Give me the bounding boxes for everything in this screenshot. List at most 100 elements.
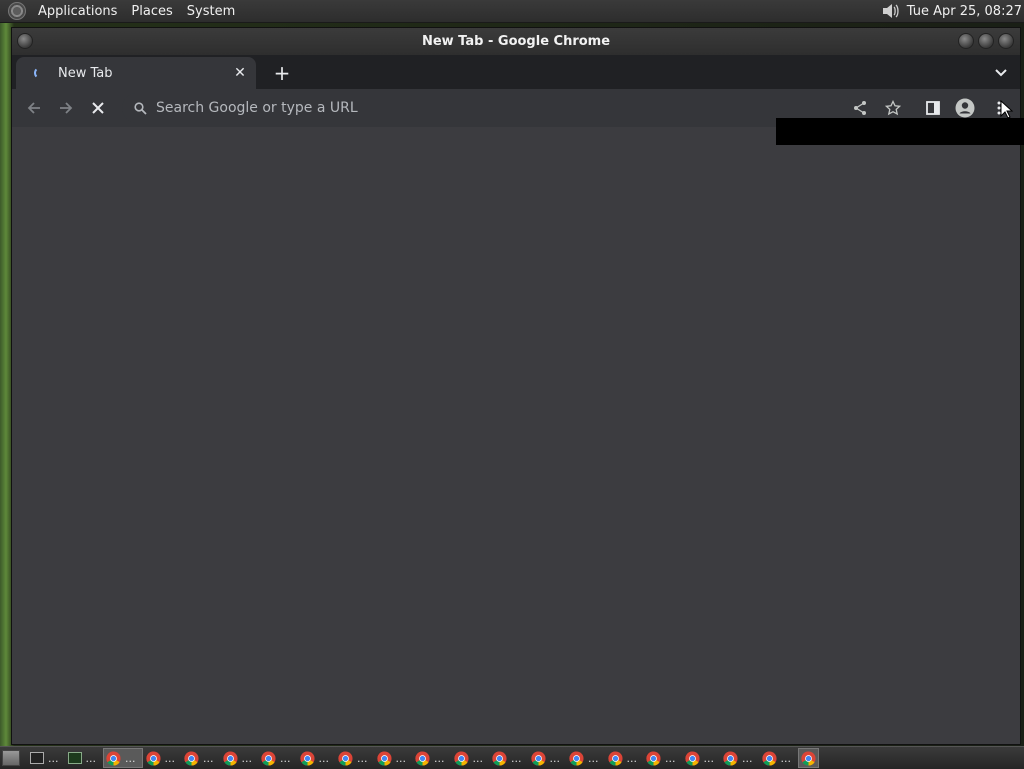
show-desktop-button[interactable] (2, 750, 20, 766)
side-panel-icon (926, 101, 940, 115)
forward-button[interactable] (54, 96, 78, 120)
share-button[interactable] (848, 96, 872, 120)
taskbar-item-chrome[interactable]: ... (375, 748, 413, 768)
chrome-icon (646, 750, 661, 766)
search-icon (132, 100, 148, 116)
taskbar-item-chrome[interactable]: ... (452, 748, 490, 768)
window-close-icon[interactable] (998, 33, 1014, 49)
panel-clock[interactable]: Tue Apr 25, 08:27 (907, 4, 1024, 19)
taskbar-item-terminal[interactable]: ... (28, 748, 65, 768)
applications-menu[interactable]: Applications (32, 4, 125, 19)
address-bar[interactable] (122, 93, 852, 123)
chrome-icon (761, 750, 777, 766)
url-input[interactable] (156, 100, 852, 116)
chrome-icon (569, 750, 584, 766)
page-content[interactable] (12, 127, 1020, 744)
taskbar-item-chrome[interactable]: ... (221, 748, 259, 768)
share-icon (854, 101, 866, 115)
taskbar-item-label: ... (742, 751, 753, 765)
taskbar-item-label: ... (395, 751, 407, 765)
chrome-icon (723, 750, 738, 766)
taskbar-item-chrome[interactable]: ... (606, 748, 644, 768)
maximize-icon[interactable] (978, 33, 994, 49)
tab-strip: New Tab ✕ + (12, 55, 1020, 89)
taskbar-item-chrome[interactable]: ... (182, 748, 220, 768)
taskbar-item-label: ... (48, 751, 59, 765)
chrome-icon (184, 750, 199, 766)
close-icon (92, 102, 104, 114)
window-title: New Tab - Google Chrome (421, 34, 611, 49)
chrome-icon (492, 750, 507, 766)
chrome-icon (530, 750, 546, 766)
chrome-icon (607, 750, 623, 766)
taskbar-item-label: ... (703, 751, 715, 765)
taskbar-item-chrome[interactable]: ... (413, 748, 451, 768)
taskbar-item-label: ... (472, 751, 484, 765)
taskbar-item-chrome[interactable]: ... (760, 748, 798, 768)
tooltip-popup (776, 118, 1024, 145)
taskbar-item-label: ... (164, 751, 176, 765)
profile-button[interactable] (953, 96, 977, 120)
taskbar-item-chrome[interactable]: ... (336, 748, 374, 768)
tab-title: New Tab (58, 65, 113, 81)
chrome-icon (222, 750, 238, 766)
minimize-icon[interactable] (958, 33, 974, 49)
taskbar-item-chrome[interactable]: ... (683, 748, 721, 768)
system-monitor-icon (67, 752, 82, 764)
taskbar-item-chrome[interactable]: ... (644, 748, 682, 768)
chrome-icon (684, 750, 700, 766)
chrome-icon (106, 750, 121, 766)
star-icon (885, 100, 901, 116)
loading-spinner-icon (34, 67, 46, 79)
taskbar-item-chrome[interactable]: ... (490, 748, 528, 768)
mouse-cursor-icon (1000, 100, 1014, 119)
stop-loading-button[interactable] (86, 96, 110, 120)
terminal-icon (30, 752, 44, 764)
tab-new-tab[interactable]: New Tab ✕ (16, 57, 256, 89)
bookmark-button[interactable] (881, 96, 905, 120)
tab-close-icon[interactable]: ✕ (232, 65, 248, 81)
taskbar-item-label: ... (549, 751, 561, 765)
taskbar-item-chrome[interactable]: ... (103, 748, 143, 768)
chrome-icon (338, 750, 353, 766)
taskbar-item-label: ... (85, 751, 97, 765)
taskbar-item-chrome[interactable]: ... (529, 748, 567, 768)
chrome-icon (453, 750, 469, 766)
taskbar-item-label: ... (203, 751, 214, 765)
places-menu[interactable]: Places (125, 4, 180, 19)
system-menu[interactable]: System (181, 4, 243, 19)
tab-search-icon[interactable] (992, 64, 1010, 82)
taskbar-item-label: ... (318, 751, 330, 765)
taskbar-item-label: ... (280, 751, 291, 765)
taskbar-item-label: ... (780, 751, 792, 765)
window-menu-icon[interactable] (17, 33, 33, 49)
taskbar-item-label: ... (125, 751, 136, 765)
taskbar-item-chrome[interactable] (798, 748, 819, 768)
new-tab-button[interactable]: + (270, 61, 294, 85)
side-panel-button[interactable] (921, 96, 945, 120)
back-button[interactable] (22, 96, 46, 120)
chrome-icon (261, 750, 276, 766)
chrome-icon (801, 750, 816, 766)
taskbar-item-chrome[interactable]: ... (144, 748, 182, 768)
bottom-taskbar: ... ... ................................… (0, 746, 1024, 769)
taskbar-item-label: ... (511, 751, 522, 765)
taskbar-item-label: ... (588, 751, 599, 765)
taskbar-item-label: ... (241, 751, 253, 765)
taskbar-item-system-monitor[interactable]: ... (66, 748, 103, 768)
chrome-icon (145, 750, 161, 766)
profile-icon (955, 98, 975, 118)
arrow-right-icon (60, 102, 73, 114)
taskbar-item-chrome[interactable]: ... (721, 748, 759, 768)
volume-icon[interactable] (879, 2, 901, 20)
taskbar-item-label: ... (626, 751, 638, 765)
chrome-icon (415, 750, 430, 766)
chrome-icon (376, 750, 392, 766)
taskbar-item-chrome[interactable]: ... (259, 748, 297, 768)
taskbar-item-chrome[interactable]: ... (567, 748, 605, 768)
taskbar-item-chrome[interactable]: ... (298, 748, 336, 768)
taskbar-item-label: ... (357, 751, 368, 765)
window-titlebar[interactable]: New Tab - Google Chrome (12, 28, 1020, 55)
chrome-icon (299, 750, 315, 766)
distro-logo-icon[interactable] (8, 2, 26, 20)
